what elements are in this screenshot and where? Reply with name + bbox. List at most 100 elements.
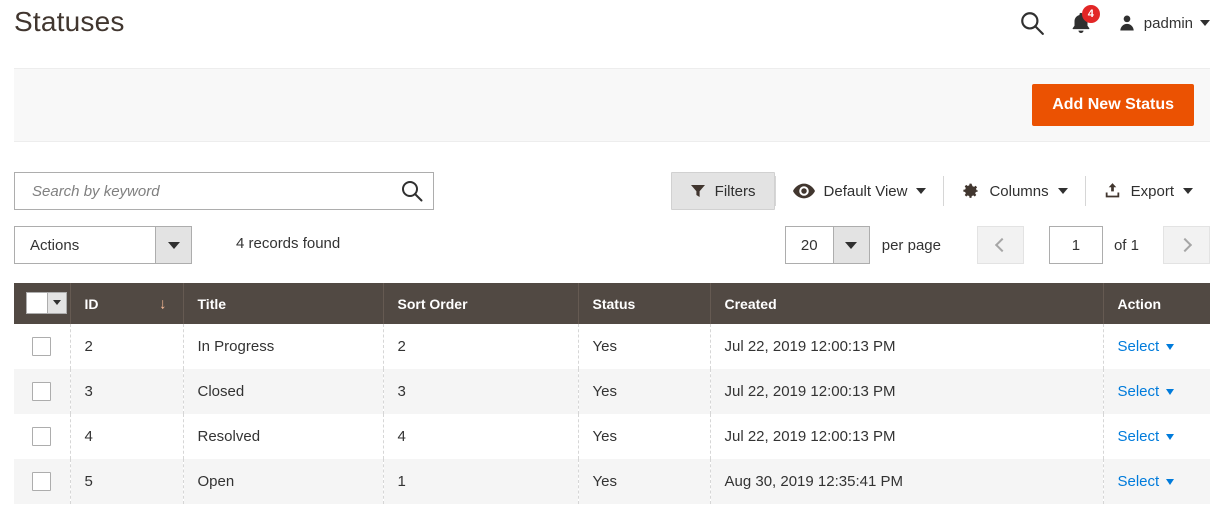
add-new-status-button[interactable]: Add New Status (1032, 84, 1194, 126)
user-menu[interactable]: padmin (1117, 13, 1210, 33)
row-checkbox[interactable] (32, 382, 52, 401)
per-page-label: per page (881, 236, 941, 254)
toolbar-controls: Filters Default View Columns Export (670, 172, 1210, 210)
row-select-dropdown[interactable]: Select (1118, 383, 1175, 400)
chevron-left-icon (994, 237, 1010, 253)
mass-actions-value: Actions (30, 236, 80, 254)
data-table: ID ↓ Title Sort Order Status Created Act… (14, 283, 1210, 504)
table-body: 2 In Progress 2 Yes Jul 22, 2019 12:00:1… (14, 324, 1210, 504)
table-header-row: ID ↓ Title Sort Order Status Created Act… (14, 283, 1210, 324)
cell-id: 3 (70, 369, 184, 414)
row-select-dropdown[interactable]: Select (1118, 473, 1175, 490)
chevron-down-icon (1166, 343, 1175, 350)
cell-sort-order: 1 (383, 459, 579, 504)
cell-status: Yes (578, 459, 711, 504)
chevron-down-icon (1183, 188, 1193, 194)
export-label: Export (1130, 182, 1174, 200)
per-page-select[interactable]: 20 (784, 226, 870, 264)
grid-toolbar: Filters Default View Columns (14, 172, 1210, 212)
page-title: Statuses (14, 6, 125, 37)
columns-dropdown[interactable]: Columns (944, 172, 1084, 210)
keyword-search (14, 172, 434, 210)
chevron-down-icon (1166, 478, 1175, 485)
row-checkbox[interactable] (32, 427, 52, 446)
filters-label: Filters (714, 182, 756, 200)
gear-icon (963, 183, 979, 198)
row-checkbox-cell[interactable] (14, 414, 71, 459)
search-icon[interactable] (1019, 10, 1045, 36)
header-tools: 4 padmin (1019, 5, 1210, 40)
column-label: ID (84, 295, 99, 312)
sort-descending-icon: ↓ (159, 295, 167, 312)
default-view-dropdown[interactable]: Default View (776, 172, 944, 210)
mass-actions-select[interactable]: Actions (14, 226, 192, 264)
cell-action[interactable]: Select (1103, 369, 1210, 414)
chevron-down-icon[interactable] (832, 227, 869, 263)
checkbox-dropdown-icon[interactable] (26, 291, 67, 314)
pagination: 20 per page of 1 (784, 226, 1210, 264)
cell-id: 4 (70, 414, 184, 459)
chevron-right-icon (1177, 237, 1193, 253)
column-header-sort-order[interactable]: Sort Order (383, 283, 579, 324)
cell-title: Closed (183, 369, 384, 414)
notifications-button[interactable]: 4 (1067, 5, 1100, 37)
cell-id: 2 (70, 324, 184, 369)
cell-status: Yes (578, 324, 711, 369)
page-header: Statuses 4 padmin (0, 0, 1224, 56)
cell-id: 5 (70, 459, 184, 504)
row-select-label: Select (1117, 383, 1160, 400)
table-row[interactable]: 3 Closed 3 Yes Jul 22, 2019 12:00:13 PM … (14, 369, 1210, 414)
eye-icon (792, 183, 815, 199)
records-found-label: 4 records found (236, 235, 341, 252)
chevron-down-icon (916, 188, 927, 194)
chevron-down-icon (1057, 188, 1068, 194)
current-page-input[interactable] (1048, 226, 1103, 264)
cell-title: In Progress (183, 324, 384, 369)
search-submit-icon[interactable] (391, 173, 433, 209)
column-header-created[interactable]: Created (710, 283, 1104, 324)
row-select-label: Select (1117, 428, 1160, 445)
row-checkbox[interactable] (32, 472, 52, 491)
next-page-button[interactable] (1163, 226, 1210, 264)
table-row[interactable]: 2 In Progress 2 Yes Jul 22, 2019 12:00:1… (14, 324, 1210, 369)
cell-created: Aug 30, 2019 12:35:41 PM (710, 459, 1104, 504)
cell-action[interactable]: Select (1103, 459, 1210, 504)
chevron-down-icon (1200, 20, 1210, 26)
cell-title: Resolved (183, 414, 384, 459)
column-header-status[interactable]: Status (578, 283, 711, 324)
row-select-dropdown[interactable]: Select (1118, 428, 1175, 445)
row-select-label: Select (1117, 473, 1160, 490)
column-header-title[interactable]: Title (183, 283, 384, 324)
chevron-down-icon (1166, 433, 1175, 440)
cell-created: Jul 22, 2019 12:00:13 PM (710, 369, 1104, 414)
chevron-down-icon[interactable] (155, 227, 191, 263)
cell-sort-order: 3 (383, 369, 579, 414)
row-select-label: Select (1117, 338, 1160, 355)
cell-title: Open (183, 459, 384, 504)
user-icon (1120, 15, 1134, 31)
user-name: padmin (1143, 14, 1193, 32)
table-row[interactable]: 5 Open 1 Yes Aug 30, 2019 12:35:41 PM Se… (14, 459, 1210, 504)
search-input[interactable] (15, 182, 391, 200)
filters-button[interactable]: Filters (670, 172, 775, 210)
cell-action[interactable]: Select (1103, 324, 1210, 369)
row-checkbox-cell[interactable] (14, 459, 71, 504)
grid-subtoolbar: Actions 4 records found 20 per page of 1 (14, 226, 1210, 264)
column-header-id[interactable]: ID ↓ (70, 283, 184, 324)
page-actions-bar: Add New Status (14, 68, 1210, 142)
cell-sort-order: 4 (383, 414, 579, 459)
row-select-dropdown[interactable]: Select (1118, 338, 1175, 355)
previous-page-button[interactable] (976, 226, 1024, 264)
cell-action[interactable]: Select (1103, 414, 1210, 459)
row-checkbox-cell[interactable] (14, 369, 71, 414)
export-dropdown[interactable]: Export (1086, 172, 1210, 210)
select-all-header[interactable] (14, 283, 71, 324)
table-row[interactable]: 4 Resolved 4 Yes Jul 22, 2019 12:00:13 P… (14, 414, 1210, 459)
row-checkbox-cell[interactable] (14, 324, 71, 369)
cell-created: Jul 22, 2019 12:00:13 PM (710, 324, 1104, 369)
admin-page: Statuses 4 padmin Add New Status Search … (0, 0, 1224, 516)
cell-created: Jul 22, 2019 12:00:13 PM (710, 414, 1104, 459)
funnel-icon (690, 185, 705, 197)
row-checkbox[interactable] (32, 337, 52, 356)
chevron-down-icon (1166, 388, 1175, 395)
